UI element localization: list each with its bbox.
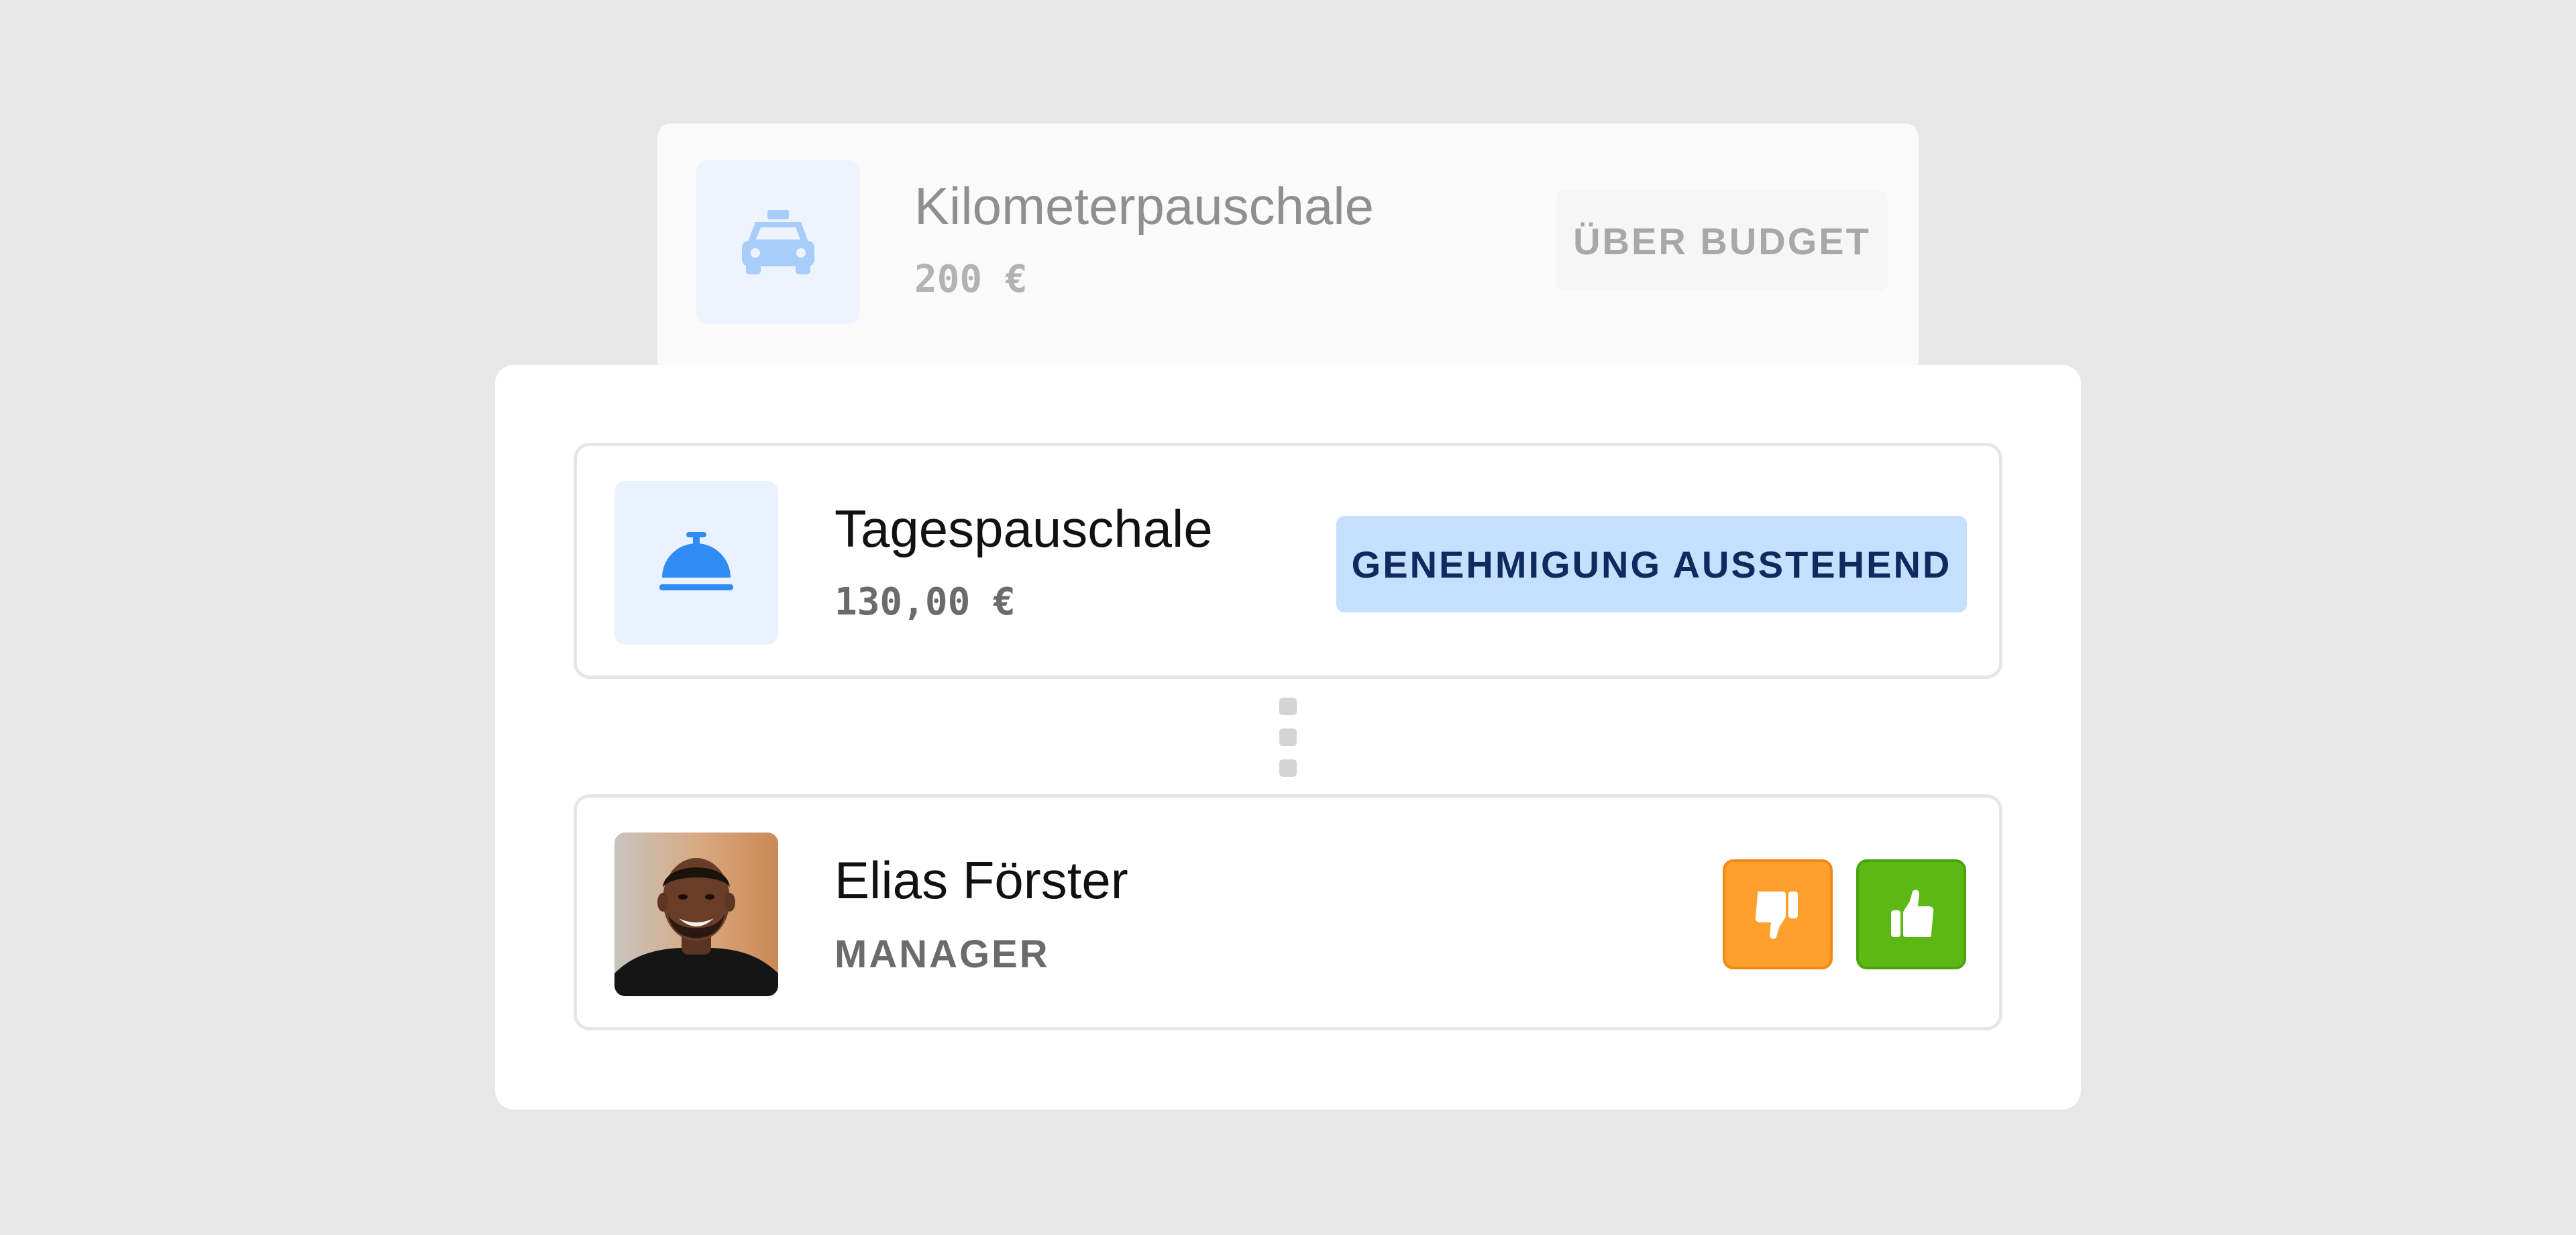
thumbs-down-icon [1755,892,1798,939]
thumbs-up-icon [1891,890,1934,937]
service-bell-icon [659,532,733,590]
approver-role: MANAGER [835,932,1050,976]
reject-button[interactable] [1723,859,1833,969]
connector-dots [1279,698,1297,781]
taxi-icon [742,210,814,274]
background-expense-card: Kilometerpauschale 200 € ÜBER BUDGET [657,123,1919,365]
expense-amount: 130,00 € [835,580,1016,624]
avatar-photo [614,833,778,996]
approver-card: Elias Förster MANAGER [574,794,2002,1030]
approval-status-badge: GENEHMIGUNG AUSSTEHEND [1336,516,1967,612]
connector-dot [1279,698,1297,715]
over-budget-badge: ÜBER BUDGET [1556,191,1888,291]
connector-dot [1279,729,1297,746]
approval-panel: Tagespauschale 130,00 € GENEHMIGUNG AUSS… [495,365,2081,1110]
background-expense-amount: 200 € [914,258,1028,301]
approve-button[interactable] [1856,859,1966,969]
background-expense-title: Kilometerpauschale [914,176,1375,235]
approver-name: Elias Förster [835,851,1128,910]
expense-icon-tile [614,481,778,645]
expense-item-card[interactable]: Tagespauschale 130,00 € GENEHMIGUNG AUSS… [574,443,2002,679]
connector-dot [1279,759,1297,777]
avatar [614,833,778,996]
expense-title: Tagespauschale [835,499,1213,558]
background-expense-icon-tile [696,160,860,324]
approval-illustration: Kilometerpauschale 200 € ÜBER BUDGET Tag… [0,0,2576,1235]
